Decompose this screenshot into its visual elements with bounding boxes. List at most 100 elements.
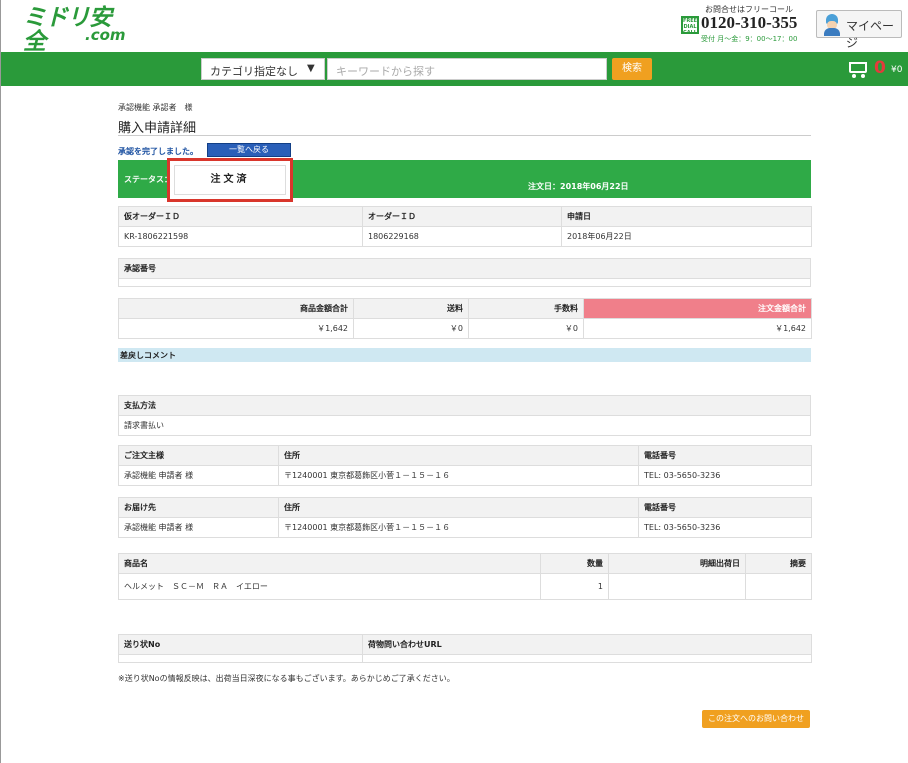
table-row: 承認番号	[118, 258, 811, 279]
status-label: ステータス：	[124, 175, 172, 184]
business-hours: 受付 月〜金：9：00〜17：00	[701, 35, 798, 43]
ship-phone: TEL: 03-5650-3236	[638, 517, 812, 538]
free-dial-icon: FREE DIAL CALL	[681, 16, 699, 36]
page-frame: ミドリ安全 .com お問合せはフリーコール FREE DIAL CALL 01…	[0, 0, 908, 763]
payment-value: 請求書払い	[118, 415, 811, 436]
approval-number-table: 承認番号	[118, 258, 811, 287]
user-avatar-icon	[822, 14, 842, 36]
cart-icon[interactable]	[847, 60, 871, 78]
temp-order-id-header: 仮オーダーＩＤ	[118, 206, 363, 227]
mypage-button[interactable]: マイページ	[816, 10, 902, 50]
shipping-fee-value: ￥0	[353, 318, 469, 339]
item-quantity: 1	[540, 573, 609, 600]
item-name: ヘルメット ＳＣ－Ｍ ＲＡ イエロー	[118, 573, 541, 600]
orderer-table: ご注文主様 住所 電話番号 承認機能 申請者 様 〒1240001 東京都葛飾区…	[118, 445, 812, 486]
status-highlight-box: 注文済	[167, 158, 293, 202]
table-row	[118, 278, 811, 287]
orderer-address: 〒1240001 東京都葛飾区小菅１－１５－１６	[278, 465, 639, 486]
payment-header: 支払方法	[118, 395, 811, 416]
subtotal-value: ￥1,642	[118, 318, 354, 339]
payment-table: 支払方法 請求書払い	[118, 395, 811, 436]
approval-number-header: 承認番号	[118, 258, 811, 279]
tracking-url-header: 荷物問い合わせURL	[362, 634, 812, 655]
category-select[interactable]: カテゴリ指定なし ▼	[201, 58, 325, 80]
orderer-name: 承認機能 申請者 様	[118, 465, 279, 486]
orderer-phone: TEL: 03-5650-3236	[638, 465, 812, 486]
cart-count[interactable]: 0	[874, 58, 886, 78]
approval-message: 承認を完了しました。	[118, 147, 198, 156]
table-row	[118, 654, 812, 663]
order-inquiry-button[interactable]: この注文へのお問い合わせ	[702, 710, 810, 728]
table-row: ご注文主様 住所 電話番号	[118, 445, 812, 466]
order-total-header: 注文金額合計	[583, 298, 812, 319]
search-bar: カテゴリ指定なし ▼ キーワードから探す 検索 0 ¥0	[1, 52, 908, 86]
tracking-note: ※送り状Noの情報反映は、出荷当日深夜になる事もございます。あらかじめご了承くだ…	[118, 674, 455, 683]
order-id-table: 仮オーダーＩＤ オーダーＩＤ 申請日 KR-1806221598 1806229…	[118, 206, 812, 247]
cart-total: ¥0	[891, 65, 903, 75]
contact-info: お問合せはフリーコール FREE DIAL CALL 0120-310-355 …	[681, 4, 811, 44]
table-row: ヘルメット ＳＣ－Ｍ ＲＡ イエロー 1	[118, 573, 812, 600]
approval-number-value	[118, 278, 811, 287]
apply-date: 2018年06月22日	[561, 226, 812, 247]
breadcrumb: 承認機能 承認者 様	[118, 103, 193, 112]
orderer-phone-header: 電話番号	[638, 445, 812, 466]
mypage-label: マイページ	[846, 19, 895, 50]
shipping-fee-header: 送料	[353, 298, 469, 319]
orderer-name-header: ご注文主様	[118, 445, 279, 466]
comment-section-header: 差戻しコメント	[118, 348, 811, 362]
back-to-list-button[interactable]: 一覧へ戻る	[207, 143, 291, 157]
table-row: ￥1,642 ￥0 ￥0 ￥1,642	[118, 318, 812, 339]
item-name-header: 商品名	[118, 553, 541, 574]
ship-address-header: 住所	[278, 497, 639, 518]
item-remarks	[745, 573, 812, 600]
page-title: 購入申請詳細	[118, 121, 197, 136]
table-row: お届け先 住所 電話番号	[118, 497, 812, 518]
apply-date-header: 申請日	[561, 206, 812, 227]
logo-sub: .com	[85, 26, 126, 44]
search-placeholder: キーワードから探す	[336, 65, 435, 78]
status-badge: 注文済	[174, 165, 286, 195]
table-row: 仮オーダーＩＤ オーダーＩＤ 申請日	[118, 206, 812, 227]
table-row: 請求書払い	[118, 415, 811, 436]
order-total-value: ￥1,642	[583, 318, 812, 339]
order-id: 1806229168	[362, 226, 562, 247]
item-ship-date	[608, 573, 746, 600]
ship-phone-header: 電話番号	[638, 497, 812, 518]
table-row: KR-1806221598 1806229168 2018年06月22日	[118, 226, 812, 247]
comment-title: 差戻しコメント	[120, 351, 176, 360]
temp-order-id: KR-1806221598	[118, 226, 363, 247]
table-row: 商品金額合計 送料 手数料 注文金額合計	[118, 298, 812, 319]
tracking-table: 送り状No 荷物問い合わせURL	[118, 634, 812, 663]
site-header: ミドリ安全 .com お問合せはフリーコール FREE DIAL CALL 01…	[1, 0, 908, 54]
chevron-down-icon: ▼	[307, 63, 315, 74]
order-id-header: オーダーＩＤ	[362, 206, 562, 227]
search-button[interactable]: 検索	[612, 58, 652, 80]
handling-fee-header: 手数料	[468, 298, 584, 319]
orderer-address-header: 住所	[278, 445, 639, 466]
table-row: 送り状No 荷物問い合わせURL	[118, 634, 812, 655]
items-table: 商品名 数量 明細出荷日 摘要 ヘルメット ＳＣ－Ｍ ＲＡ イエロー 1	[118, 553, 812, 600]
table-row: 承認機能 申請者 様 〒1240001 東京都葛飾区小菅１－１５－１６ TEL:…	[118, 517, 812, 538]
shipping-table: お届け先 住所 電話番号 承認機能 申請者 様 〒1240001 東京都葛飾区小…	[118, 497, 812, 538]
tracking-url[interactable]	[362, 654, 812, 663]
table-row: 承認機能 申請者 様 〒1240001 東京都葛飾区小菅１－１５－１６ TEL:…	[118, 465, 812, 486]
order-date: 注文日：2018年06月22日	[528, 182, 629, 191]
table-row: 支払方法	[118, 395, 811, 416]
remarks-header: 摘要	[745, 553, 812, 574]
handling-fee-value: ￥0	[468, 318, 584, 339]
ship-address: 〒1240001 東京都葛飾区小菅１－１５－１６	[278, 517, 639, 538]
site-logo[interactable]: ミドリ安全 .com	[23, 6, 131, 54]
tracking-no-header: 送り状No	[118, 634, 363, 655]
phone-number: 0120-310-355	[701, 13, 798, 32]
category-label: カテゴリ指定なし	[210, 65, 298, 78]
ship-date-header: 明細出荷日	[608, 553, 746, 574]
title-divider	[118, 135, 811, 136]
subtotal-header: 商品金額合計	[118, 298, 354, 319]
ship-name: 承認機能 申請者 様	[118, 517, 279, 538]
tracking-no	[118, 654, 363, 663]
quantity-header: 数量	[540, 553, 609, 574]
ship-name-header: お届け先	[118, 497, 279, 518]
table-row: 商品名 数量 明細出荷日 摘要	[118, 553, 812, 574]
search-input[interactable]: キーワードから探す	[327, 58, 607, 80]
amount-table: 商品金額合計 送料 手数料 注文金額合計 ￥1,642 ￥0 ￥0 ￥1,642	[118, 298, 812, 339]
